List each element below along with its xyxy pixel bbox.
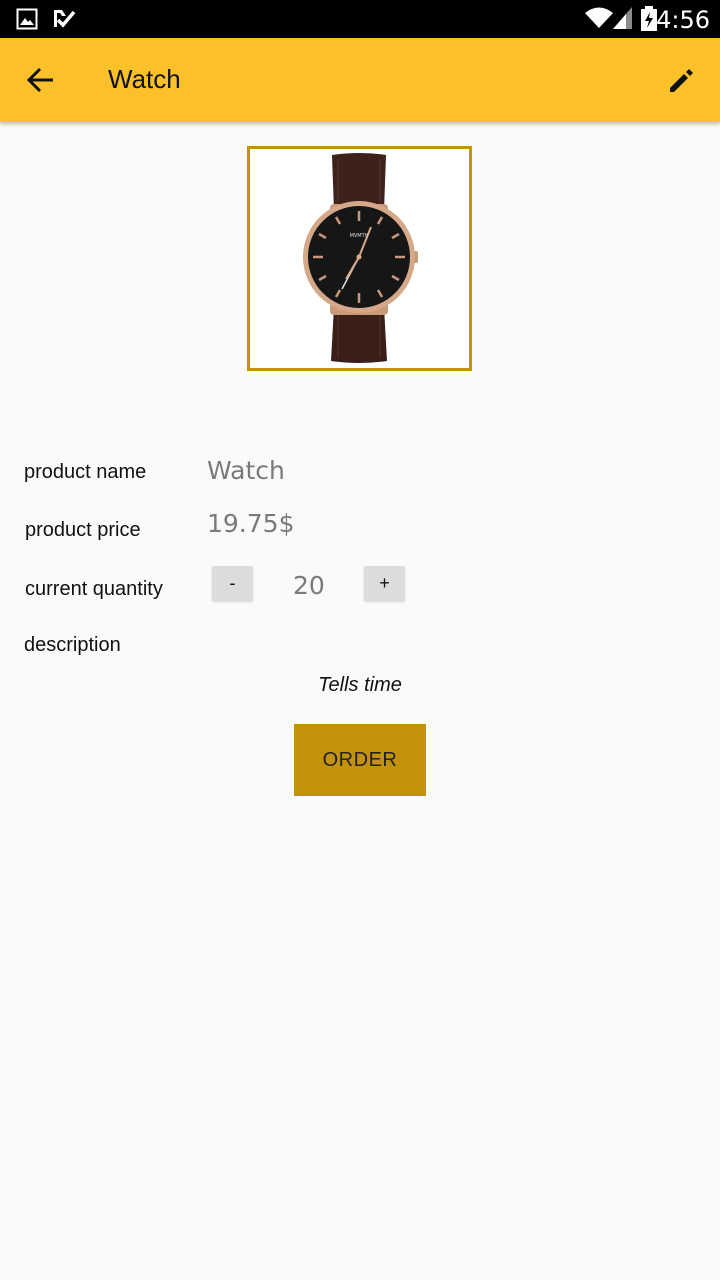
edit-pencil-icon xyxy=(670,69,693,92)
product-name-label: product name xyxy=(24,461,147,483)
back-button[interactable] xyxy=(22,58,62,102)
image-icon xyxy=(16,8,38,35)
description-label: description xyxy=(24,634,121,656)
quantity-value: 20 xyxy=(293,571,325,600)
product-price-value: 19.75$ xyxy=(207,509,295,538)
app-bar: Watch xyxy=(0,38,720,122)
check-notification-icon xyxy=(52,8,76,35)
decrement-button[interactable]: - xyxy=(212,566,253,601)
arrow-back-icon xyxy=(26,67,53,93)
watch-image: MVMTH xyxy=(303,153,418,363)
order-button[interactable]: ORDER xyxy=(294,724,426,796)
page-title: Watch xyxy=(108,64,181,94)
wifi-icon xyxy=(584,6,614,35)
increment-button[interactable]: + xyxy=(364,566,405,601)
status-time: 4:56 xyxy=(656,6,710,34)
product-image[interactable]: MVMTH xyxy=(247,146,472,371)
product-price-label: product price xyxy=(25,519,141,541)
svg-text:MVMTH: MVMTH xyxy=(350,233,369,239)
description-value: Tells time xyxy=(318,674,402,696)
quantity-label: current quantity xyxy=(25,578,163,600)
edit-button[interactable] xyxy=(664,62,700,98)
signal-icon xyxy=(612,6,634,35)
status-bar: 4:56 xyxy=(0,0,720,38)
product-name-value: Watch xyxy=(207,456,285,485)
